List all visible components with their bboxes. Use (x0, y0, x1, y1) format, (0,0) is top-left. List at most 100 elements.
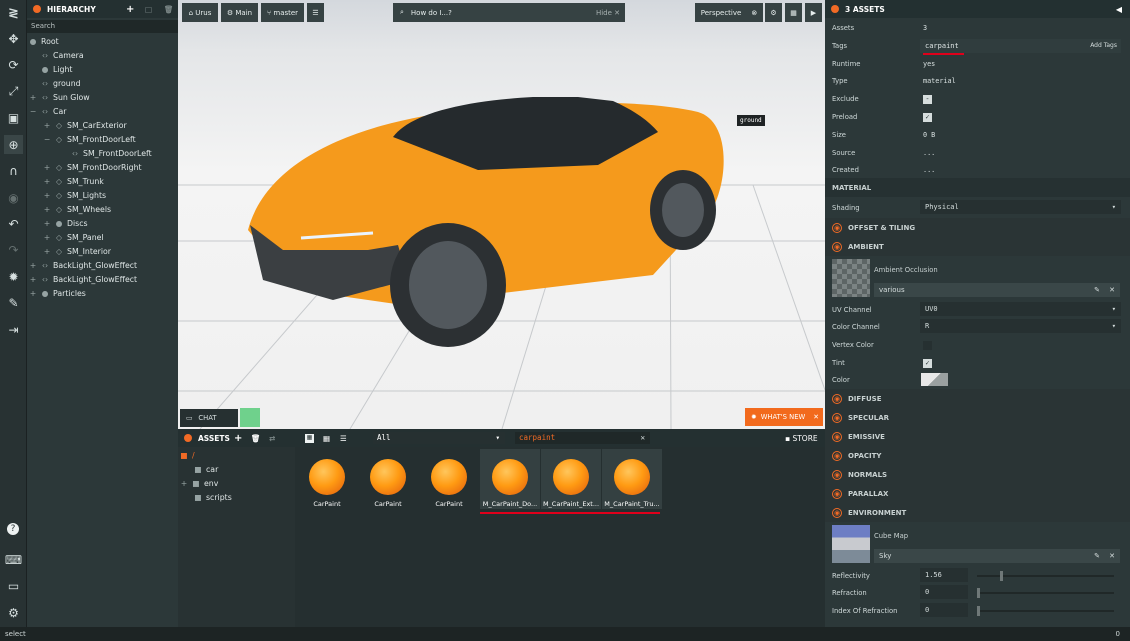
add-icon[interactable]: + (234, 433, 242, 444)
emissive-section[interactable]: ◉ EMISSIVE (825, 427, 1130, 446)
tree-item-car[interactable]: − ‹› Car (27, 105, 178, 119)
viewport[interactable]: ⌂ Urus ⚙ Main ⑂ master ☰ ⌕ How do I...? Hi… (178, 0, 825, 429)
tree-item-wheels[interactable]: + ◇ SM_Wheels (27, 203, 178, 217)
refraction-slider-track[interactable] (977, 592, 1114, 594)
play-button[interactable]: ▶ (805, 3, 822, 22)
resize-icon[interactable]: ▣ (4, 108, 23, 127)
chat-button[interactable]: ▭ CHAT (180, 409, 238, 427)
asset-item[interactable]: CarPaint (419, 449, 479, 509)
collapse-icon[interactable]: − (43, 133, 51, 147)
light-icon[interactable]: ✹ (4, 267, 23, 286)
menu-button[interactable]: ☰ (307, 3, 324, 22)
material-section[interactable]: MATERIAL (825, 178, 1130, 197)
list-icon[interactable]: ☰ (340, 434, 347, 443)
tree-item-backlight-2[interactable]: + ‹› BackLight_GlowEffect (27, 273, 178, 287)
cubemap-thumbnail[interactable] (832, 525, 870, 563)
folder-car[interactable]: ■ car (194, 463, 218, 477)
help-icon[interactable]: ? (7, 523, 19, 535)
expand-icon[interactable]: + (43, 245, 51, 259)
uv-channel-select[interactable]: UV0 ▾ (920, 302, 1121, 316)
expand-icon[interactable]: + (43, 119, 51, 133)
tree-item-particles[interactable]: + ● Particles (27, 287, 178, 301)
expand-icon[interactable]: + (29, 259, 37, 273)
hierarchy-search-input[interactable]: Search (27, 20, 178, 33)
vertex-color-checkbox[interactable] (923, 341, 932, 352)
ior-input[interactable]: 0 (920, 603, 968, 617)
magnet-icon[interactable]: ∩ (4, 161, 23, 180)
asset-item-selected[interactable]: M_CarPaint_Do... (480, 449, 540, 509)
branch-button[interactable]: ⑂ master (261, 3, 304, 22)
asset-item[interactable]: CarPaint (297, 449, 357, 509)
project-button[interactable]: ⌂ Urus (182, 3, 218, 22)
tree-item-lights[interactable]: + ◇ SM_Lights (27, 189, 178, 203)
expand-icon[interactable]: + (43, 231, 51, 245)
tree-item-backlight-1[interactable]: + ‹› BackLight_GlowEffect (27, 259, 178, 273)
tree-item-frontdoorleft-child[interactable]: ‹› SM_FrontDoorLeft (27, 147, 178, 161)
expand-icon[interactable]: + (43, 189, 51, 203)
tint-checkbox[interactable]: ✓ (923, 359, 932, 368)
delete-icon[interactable]: 🗑 (251, 434, 261, 443)
tree-item-frontdoorright[interactable]: + ◇ SM_FrontDoorRight (27, 161, 178, 175)
tree-item-frontdoorleft[interactable]: − ◇ SM_FrontDoorLeft (27, 133, 178, 147)
color-channel-select[interactable]: R ▾ (920, 319, 1121, 333)
store-button[interactable]: ▪ STORE (785, 434, 818, 443)
tree-item-root[interactable]: ● Root (27, 35, 178, 49)
add-icon[interactable]: + (126, 4, 134, 15)
expand-icon[interactable]: + (43, 161, 51, 175)
parallax-section[interactable]: ◉ PARALLAX (825, 484, 1130, 503)
reflectivity-slider-handle[interactable] (1000, 571, 1003, 581)
tree-item-carexterior[interactable]: + ◇ SM_CarExterior (27, 119, 178, 133)
tree-item-camera[interactable]: ‹› Camera (27, 49, 178, 63)
grid-large-icon[interactable]: ▦ (305, 433, 314, 443)
ior-slider-track[interactable] (977, 610, 1114, 612)
playcanvas-logo-icon[interactable]: ≷ (4, 4, 23, 23)
duplicate-icon[interactable]: □ (145, 5, 152, 14)
asset-search-input[interactable]: carpaint ✕ (515, 432, 650, 444)
undo-icon[interactable]: ↶ (4, 214, 23, 233)
refraction-slider-handle[interactable] (977, 588, 980, 598)
asset-item[interactable]: CarPaint (358, 449, 418, 509)
tree-item-panel[interactable]: + ◇ SM_Panel (27, 231, 178, 245)
add-tags-button[interactable]: Add Tags (1090, 39, 1117, 53)
rotate-icon[interactable]: ⟳ (4, 55, 23, 74)
camera-close-icon[interactable]: ⊗ (751, 9, 757, 17)
asset-item-selected[interactable]: M_CarPaint_Tru... (602, 449, 662, 509)
texture-thumbnail[interactable] (832, 259, 870, 297)
tree-item-discs[interactable]: + ● Discs (27, 217, 178, 231)
move-icon[interactable]: ✥ (4, 29, 23, 48)
avatar[interactable] (240, 408, 260, 427)
scene-button[interactable]: ⚙ Main (221, 3, 258, 22)
delete-icon[interactable]: 🗑 (164, 5, 174, 14)
settings-button[interactable]: ⚙ (765, 3, 782, 22)
refresh-icon[interactable]: ⇄ (269, 434, 275, 443)
collapse-panel-icon[interactable]: ◀ (1116, 5, 1122, 14)
tree-item-light[interactable]: ● Light (27, 63, 178, 77)
close-icon[interactable]: ✕ (813, 413, 819, 421)
ior-slider-handle[interactable] (977, 606, 980, 616)
tree-item-trunk[interactable]: + ◇ SM_Trunk (27, 175, 178, 189)
settings-icon[interactable]: ⚙ (4, 603, 23, 622)
folder-root[interactable]: ■ / (180, 449, 194, 463)
color-swatch[interactable] (921, 373, 948, 386)
fullscreen-button[interactable]: ▦ (785, 3, 802, 22)
reflectivity-input[interactable]: 1.56 (920, 568, 968, 582)
hide-help-button[interactable]: Hide ✕ (596, 9, 620, 17)
exclude-checkbox[interactable]: - (923, 95, 932, 104)
tree-item-ground[interactable]: ‹› ground (27, 77, 178, 91)
asset-item-selected[interactable]: M_CarPaint_Ext... (541, 449, 601, 509)
expand-icon[interactable]: + (29, 91, 37, 105)
refraction-input[interactable]: 0 (920, 585, 968, 599)
clear-search-icon[interactable]: ✕ (640, 432, 645, 444)
offset-tiling-section[interactable]: ◉ OFFSET & TILING (825, 218, 1130, 237)
camera-select[interactable]: Perspective ⊗ (695, 3, 763, 22)
tree-item-sun-glow[interactable]: + ‹› Sun Glow (27, 91, 178, 105)
expand-icon[interactable]: + (29, 287, 37, 301)
specular-section[interactable]: ◉ SPECULAR (825, 408, 1130, 427)
expand-icon[interactable]: + (43, 217, 51, 231)
comment-icon[interactable]: ▭ (4, 576, 23, 595)
expand-icon[interactable]: + (43, 175, 51, 189)
expand-icon[interactable]: + (43, 203, 51, 217)
tags-input[interactable]: carpaint Add Tags (920, 39, 1121, 53)
scale-icon[interactable]: ⤢ (4, 82, 23, 101)
redo-icon[interactable]: ↷ (4, 240, 23, 259)
